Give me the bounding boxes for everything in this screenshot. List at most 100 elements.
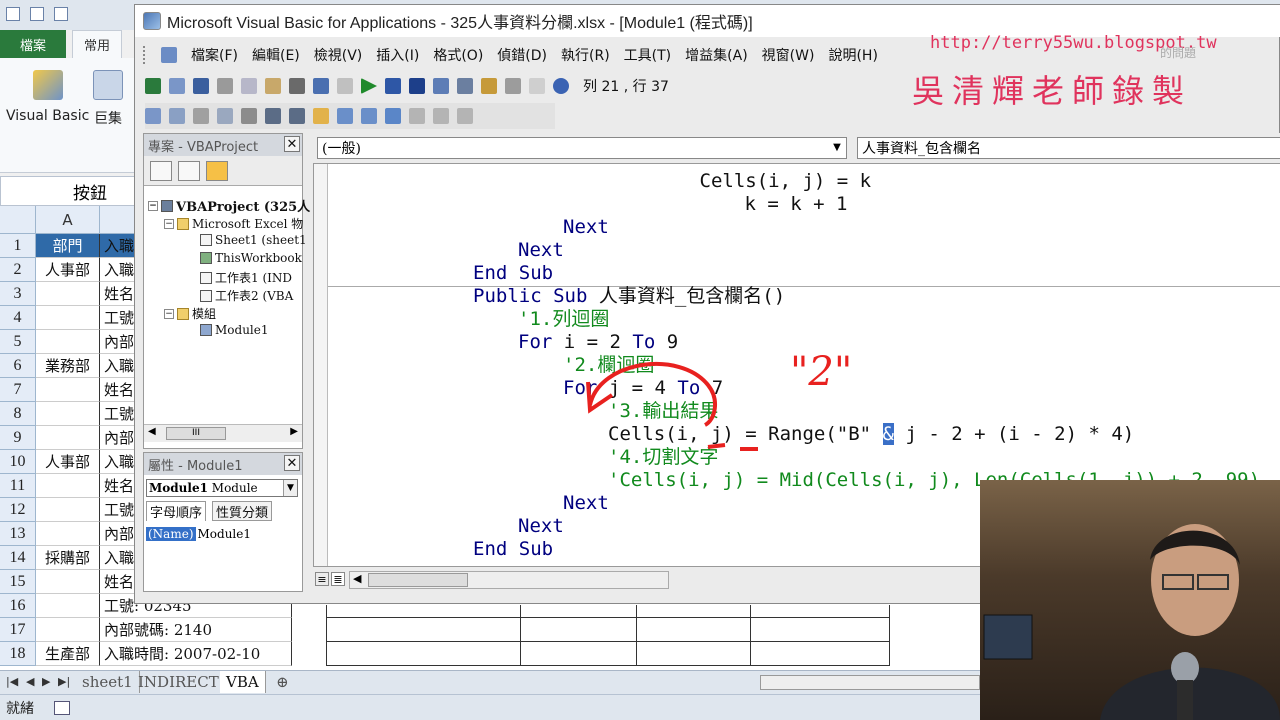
row-number[interactable]: 1 — [0, 234, 36, 258]
row-number[interactable]: 2 — [0, 258, 36, 282]
menu-window[interactable]: 視窗(W) — [762, 45, 815, 65]
clear-bookmarks-icon[interactable] — [457, 108, 473, 124]
properties-icon[interactable] — [481, 78, 497, 94]
tab-home[interactable]: 常用 — [72, 30, 122, 58]
undo-icon[interactable] — [313, 78, 329, 94]
row-number[interactable]: 13 — [0, 522, 36, 546]
tab-categorized[interactable]: 性質分類 — [212, 501, 273, 521]
view-excel-icon[interactable] — [145, 78, 161, 94]
row-number[interactable]: 3 — [0, 282, 36, 306]
sheet-tab-indirect[interactable]: INDIRECT — [132, 671, 226, 693]
object-combo[interactable]: (一般) ▼ — [317, 137, 847, 159]
uncomment-block-icon[interactable] — [361, 108, 377, 124]
close-icon[interactable]: ✕ — [284, 455, 300, 471]
menu-run[interactable]: 執行(R) — [561, 45, 610, 65]
cell-a[interactable]: 人事部 — [36, 258, 100, 282]
save-icon[interactable] — [30, 7, 44, 21]
object-select[interactable]: Module1 Module ▼ — [146, 479, 298, 497]
menu-tools[interactable]: 工具(T) — [624, 45, 671, 65]
row-number[interactable]: 6 — [0, 354, 36, 378]
tree-vbaproject[interactable]: − VBAProject (325人 — [148, 196, 310, 215]
row-number[interactable]: 18 — [0, 642, 36, 666]
row-number[interactable]: 9 — [0, 426, 36, 450]
cell-a[interactable] — [36, 330, 100, 354]
code-horizontal-scrollbar[interactable]: ◀ — [349, 571, 669, 589]
menu-insert[interactable]: 插入(I) — [376, 45, 419, 65]
tree-excel-objects[interactable]: − Microsoft Excel 物 — [164, 215, 303, 232]
cell-a[interactable] — [36, 618, 100, 642]
procedure-combo[interactable]: 人事資料_包含欄名 — [857, 137, 1280, 159]
tree-modules[interactable]: − 模組 — [164, 305, 216, 322]
prev-bookmark-icon[interactable] — [433, 108, 449, 124]
indent-icon[interactable] — [265, 108, 281, 124]
undo-icon[interactable] — [54, 7, 68, 21]
select-all-corner[interactable] — [0, 206, 36, 234]
tree-thisworkbook[interactable]: ThisWorkbook — [200, 251, 302, 265]
find-icon[interactable] — [289, 78, 305, 94]
cell-a[interactable] — [36, 282, 100, 306]
tree-module1[interactable]: Module1 — [200, 323, 269, 337]
property-row-name[interactable]: (Name) Module1 — [146, 525, 296, 543]
list-constants-icon[interactable] — [169, 108, 185, 124]
procedure-view-icon[interactable]: ≡ — [315, 572, 329, 586]
menu-addins[interactable]: 增益集(A) — [685, 45, 748, 65]
list-properties-icon[interactable] — [145, 108, 161, 124]
property-value[interactable]: Module1 — [198, 527, 252, 541]
menu-edit[interactable]: 編輯(E) — [252, 45, 300, 65]
new-sheet-icon[interactable]: ⊕ — [270, 671, 295, 693]
chevron-down-icon[interactable]: ▼ — [283, 480, 297, 496]
stop-icon[interactable] — [409, 78, 425, 94]
quick-info-icon[interactable] — [193, 108, 209, 124]
first-sheet-icon[interactable]: |◀ — [6, 675, 18, 688]
scroll-thumb[interactable]: III — [166, 427, 226, 440]
help-icon[interactable] — [553, 78, 569, 94]
cut-icon[interactable] — [217, 78, 233, 94]
menu-help[interactable]: 說明(H) — [828, 45, 877, 65]
cell-a[interactable] — [36, 570, 100, 594]
row-number[interactable]: 7 — [0, 378, 36, 402]
insert-module-icon[interactable] — [169, 78, 185, 94]
row-number[interactable]: 4 — [0, 306, 36, 330]
comment-block-icon[interactable] — [337, 108, 353, 124]
menu-debug[interactable]: 偵錯(D) — [497, 45, 547, 65]
tab-file[interactable]: 檔案 — [0, 30, 66, 58]
scroll-right-icon[interactable]: ▶ — [290, 426, 298, 437]
cell-a[interactable] — [36, 474, 100, 498]
row-number[interactable]: 5 — [0, 330, 36, 354]
cell-a[interactable] — [36, 378, 100, 402]
code-line-current[interactable]: Cells(i, j) = Range("B" & j - 2 + (i - 2… — [608, 423, 1134, 446]
cell-a[interactable] — [36, 498, 100, 522]
tree-sheet1[interactable]: Sheet1 (sheet1 — [200, 233, 307, 247]
cell-a[interactable]: 生產部 — [36, 642, 100, 666]
scroll-left-icon[interactable]: ◀ — [148, 426, 156, 437]
row-number[interactable]: 12 — [0, 498, 36, 522]
cell-a[interactable] — [36, 594, 100, 618]
margin-indicator-bar[interactable] — [314, 164, 328, 566]
complete-word-icon[interactable] — [241, 108, 257, 124]
name-box[interactable]: 按鈕 — [0, 176, 140, 206]
row-number[interactable]: 15 — [0, 570, 36, 594]
view-object-icon[interactable] — [178, 160, 200, 181]
cell-a[interactable] — [36, 426, 100, 450]
sheet-tab-sheet1[interactable]: sheet1 — [76, 671, 140, 693]
toggle-folders-icon[interactable] — [206, 160, 228, 181]
menu-app-icon[interactable] — [161, 47, 177, 63]
cell-a[interactable] — [36, 402, 100, 426]
tree-sheet-indirect[interactable]: 工作表1 (IND — [200, 269, 292, 286]
cell-a[interactable]: 部門 — [36, 234, 100, 258]
cell-a[interactable]: 業務部 — [36, 354, 100, 378]
menu-format[interactable]: 格式(O) — [433, 45, 483, 65]
parameter-info-icon[interactable] — [217, 108, 233, 124]
tree-sheet-vba[interactable]: 工作表2 (VBA — [200, 287, 293, 304]
toolbox-icon[interactable] — [529, 78, 545, 94]
sheet-tab-vba[interactable]: VBA — [220, 671, 266, 693]
prev-sheet-icon[interactable]: ◀ — [26, 675, 34, 688]
macro-record-icon[interactable] — [54, 700, 70, 715]
collapse-icon[interactable]: − — [164, 218, 174, 229]
pause-icon[interactable] — [385, 78, 401, 94]
sheet-horizontal-scrollbar[interactable] — [760, 675, 980, 690]
redo-icon[interactable] — [337, 78, 353, 94]
breakpoint-icon[interactable] — [313, 108, 329, 124]
row-number[interactable]: 14 — [0, 546, 36, 570]
next-sheet-icon[interactable]: ▶ — [42, 675, 50, 688]
